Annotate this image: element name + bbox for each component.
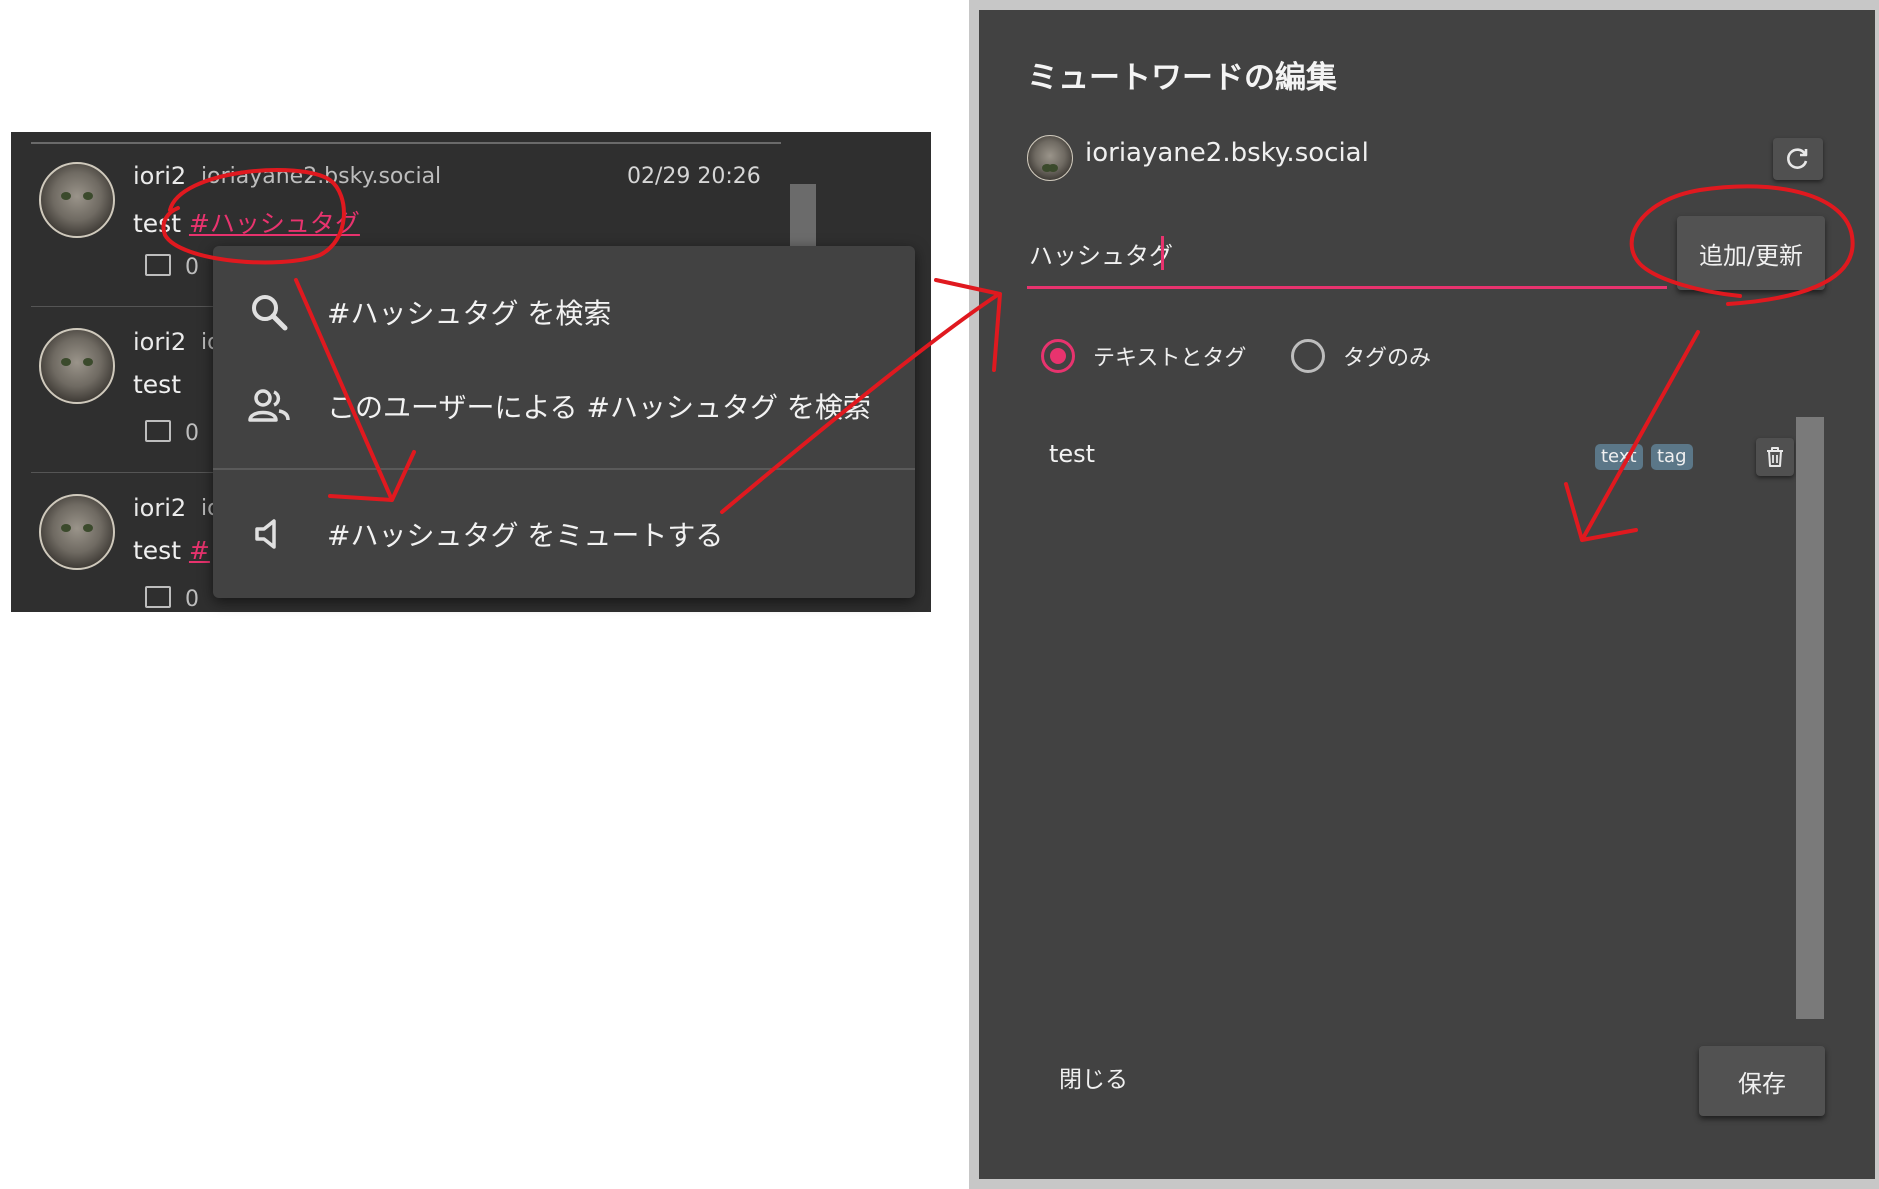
mute-word-dialog: ミュートワードの編集 ioriayane2.bsky.social 追加/更新 … — [979, 10, 1875, 1179]
menu-item-label: #ハッシュタグ を検索 — [327, 297, 612, 330]
post-author-name: iori2 — [133, 328, 187, 356]
badge-tag: tag — [1651, 444, 1693, 470]
post-text-body: test — [133, 370, 182, 399]
mute-word-item[interactable]: test text tag — [1027, 420, 1797, 480]
post-text-body: test — [133, 209, 182, 238]
mute-word-field[interactable] — [1027, 222, 1667, 289]
account-avatar — [1027, 135, 1073, 181]
mute-word-input[interactable] — [1027, 232, 1651, 274]
close-button[interactable]: 閉じる — [1059, 1060, 1128, 1094]
reply-count-value: 0 — [185, 587, 199, 612]
search-icon — [252, 295, 288, 331]
hashtag-link[interactable]: # — [189, 536, 210, 565]
text-cursor — [1161, 236, 1164, 270]
avatar[interactable] — [39, 494, 115, 570]
reply-count-value: 0 — [185, 421, 199, 446]
menu-item-label: このユーザーによる #ハッシュタグ を検索 — [327, 391, 871, 424]
reply-count[interactable]: 0 — [145, 420, 199, 446]
post-timestamp: 02/29 20:26 — [627, 164, 761, 189]
menu-item-label: #ハッシュタグ をミュートする — [327, 519, 724, 552]
post-text: test #ハッシュタグ — [133, 204, 360, 240]
radio-text-and-tag[interactable]: テキストとタグ — [1041, 332, 1246, 380]
hashtag-context-menu: #ハッシュタグ を検索 このユーザーによる #ハッシュタグ を検索 #ハッシュタ… — [213, 246, 915, 598]
avatar[interactable] — [39, 328, 115, 404]
radio-label: テキストとタグ — [1093, 346, 1247, 371]
radio-selected-icon — [1041, 339, 1075, 373]
account-handle: ioriayane2.bsky.social — [1085, 138, 1369, 168]
divider — [213, 468, 915, 470]
post-author-name: iori2 — [133, 494, 187, 522]
avatar[interactable] — [39, 162, 115, 238]
mute-speaker-icon — [255, 519, 276, 549]
mute-word-list: test text tag — [1027, 420, 1827, 1020]
menu-item-mute-hashtag[interactable]: #ハッシュタグ をミュートする — [213, 488, 915, 578]
reply-count-value: 0 — [185, 255, 199, 280]
word-list-scrollbar[interactable] — [1796, 417, 1824, 1019]
dialog-title: ミュートワードの編集 — [1027, 60, 1337, 96]
post-author-handle: ioriayane2.bsky.social — [201, 164, 442, 189]
post-text: test # — [133, 536, 210, 565]
users-icon — [248, 389, 290, 422]
hashtag-link[interactable]: #ハッシュタグ — [189, 209, 360, 238]
refresh-icon — [1787, 148, 1808, 169]
post-text-body: test — [133, 536, 182, 565]
trash-icon — [1767, 447, 1783, 467]
mute-word-text: test — [1049, 440, 1096, 468]
refresh-button[interactable] — [1773, 138, 1823, 180]
menu-item-search-user-hashtag[interactable]: このユーザーによる #ハッシュタグ を検索 — [213, 360, 915, 450]
save-button[interactable]: 保存 — [1699, 1046, 1825, 1116]
reply-count[interactable]: 0 — [145, 586, 199, 612]
post-author-name: iori2 — [133, 162, 187, 190]
reply-icon — [145, 420, 171, 442]
add-update-button[interactable]: 追加/更新 — [1677, 216, 1825, 290]
delete-button[interactable] — [1756, 438, 1794, 476]
radio-tag-only[interactable]: タグのみ — [1291, 332, 1431, 380]
menu-item-search-hashtag[interactable]: #ハッシュタグ を検索 — [213, 266, 915, 356]
reply-icon — [145, 254, 171, 276]
badge-text: text — [1595, 444, 1643, 470]
post-text: test — [133, 370, 181, 399]
reply-count[interactable]: 0 — [145, 254, 199, 280]
radio-unselected-icon — [1291, 339, 1325, 373]
reply-icon — [145, 586, 171, 608]
radio-label: タグのみ — [1343, 346, 1432, 371]
